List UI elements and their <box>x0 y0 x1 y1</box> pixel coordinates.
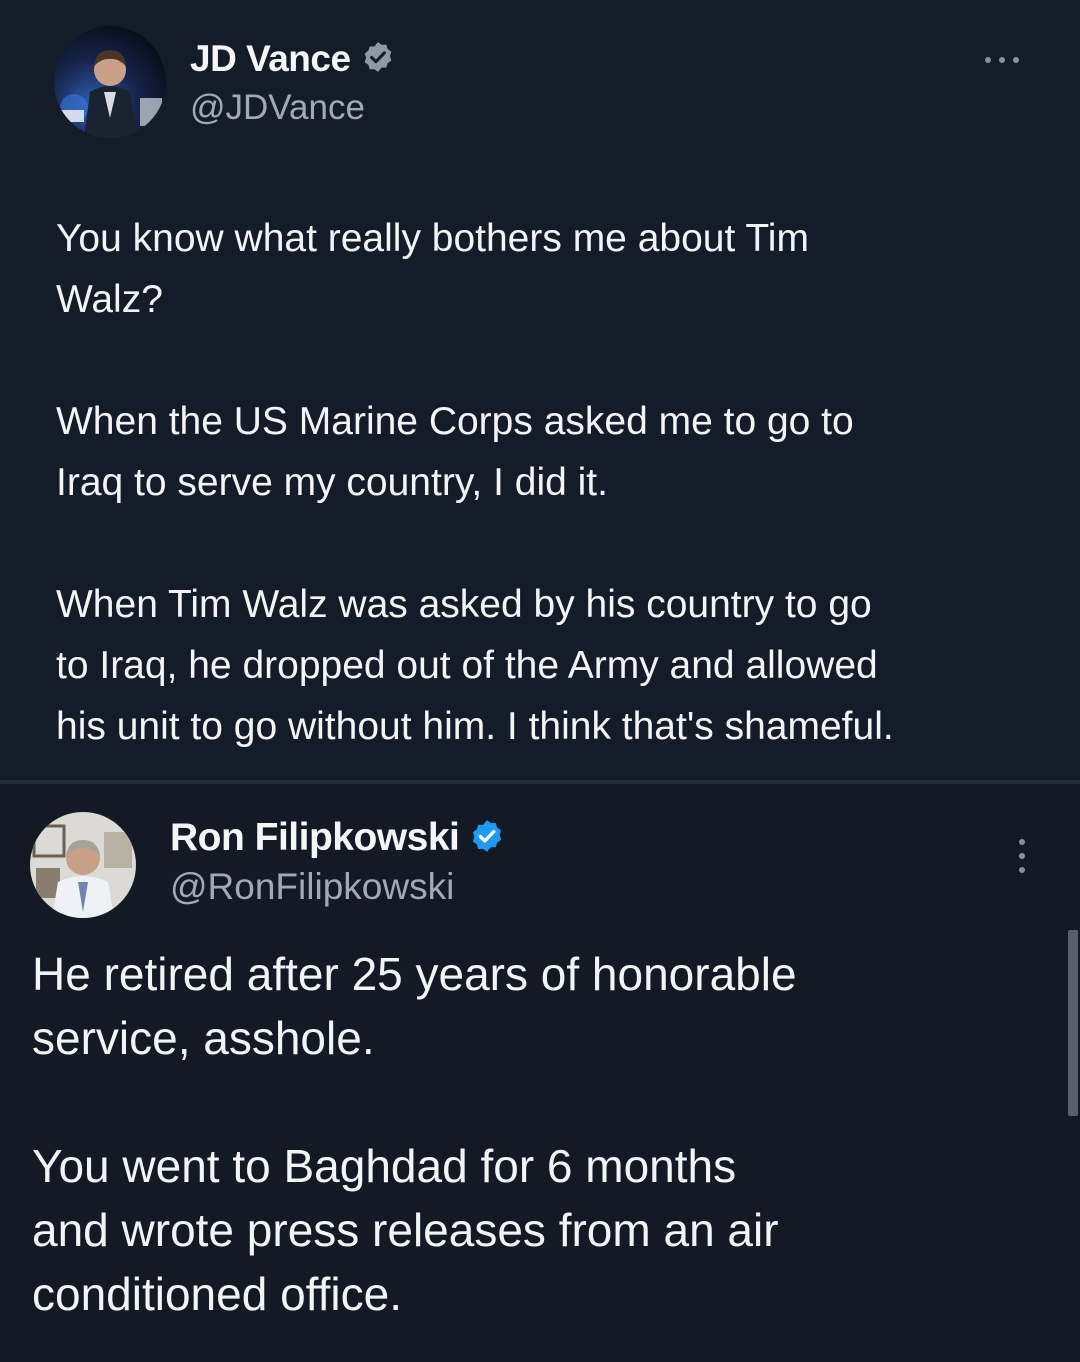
tweet-text: You know what really bothers me about Ti… <box>56 217 894 748</box>
display-name[interactable]: JD Vance <box>190 38 351 80</box>
avatar[interactable] <box>30 812 136 918</box>
verified-badge-icon <box>361 40 395 79</box>
scrollbar[interactable] <box>1068 930 1078 1116</box>
avatar[interactable] <box>54 26 166 138</box>
tweet-jd-vance[interactable]: JD Vance @JDVance You know what really b… <box>0 0 1080 782</box>
display-name[interactable]: Ron Filipkowski <box>170 816 460 860</box>
user-handle[interactable]: @RonFilipkowski <box>170 866 454 908</box>
tweet-text: He retired after 25 years of honorable s… <box>32 948 797 1320</box>
more-options-icon[interactable] <box>1014 836 1030 876</box>
user-handle[interactable]: @JDVance <box>190 88 365 128</box>
more-options-icon[interactable] <box>982 52 1022 68</box>
verified-badge-icon <box>469 818 505 859</box>
